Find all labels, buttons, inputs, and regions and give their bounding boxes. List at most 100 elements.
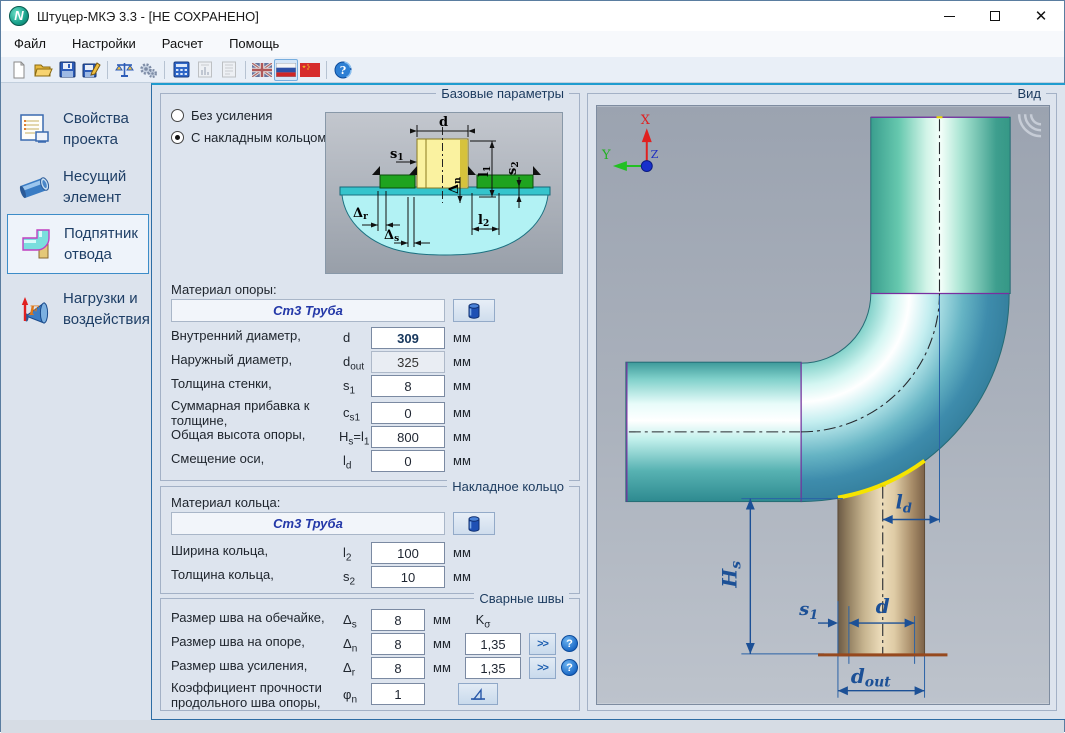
svg-text:Y: Y — [601, 148, 611, 163]
support-weld-more-button[interactable]: >> — [529, 633, 556, 655]
field-label: Суммарная прибавка к толщине, — [171, 398, 343, 428]
ring-width-input[interactable] — [371, 542, 445, 564]
database-cylinder-icon — [467, 303, 481, 319]
close-icon: ✕ — [1035, 9, 1048, 24]
help-icon[interactable]: ? — [331, 59, 355, 81]
thickness-allowance-input[interactable] — [371, 402, 445, 424]
support-weld-k-input[interactable] — [465, 633, 521, 655]
support-weld-size-input[interactable] — [371, 633, 425, 655]
project-properties-icon — [15, 109, 55, 149]
support-material-field[interactable]: Ст3 Труба — [171, 299, 445, 322]
unit-label: мм — [433, 612, 451, 627]
sidebar-item-bearing-element[interactable]: Несущий элемент — [7, 159, 149, 215]
field-label: Общая высота опоры, — [171, 427, 343, 442]
group-basic-parameters: Базовые параметры Без усиления С накладн… — [160, 93, 580, 481]
content-area: Свойства проекта Несущий элемент Подпятн… — [1, 83, 1065, 720]
calculator-icon[interactable] — [169, 59, 193, 81]
sidebar-item-project-properties[interactable]: Свойства проекта — [7, 101, 149, 157]
group-title: Накладное кольцо — [447, 479, 569, 494]
radio-label: С накладным кольцом — [191, 130, 326, 145]
dim-label-d: d — [876, 594, 890, 618]
open-file-icon[interactable] — [31, 59, 55, 81]
ring-material-label: Материал кольца: — [171, 495, 280, 510]
menu-file[interactable]: Файл — [1, 31, 59, 57]
sidebar-item-elbow-support[interactable]: Подпятник отвода — [7, 214, 149, 274]
sidebar-item-label: Нагрузки и воздействия — [63, 288, 150, 330]
field-row-outer-diameter: Наружный диаметр, dout мм — [171, 351, 573, 374]
radio-no-reinforcement[interactable]: Без усиления — [171, 108, 272, 123]
field-row-ring-width: Ширина кольца, l2 мм — [171, 542, 573, 565]
field-row-inner-diameter: Внутренний диаметр, d мм — [171, 327, 573, 350]
reinforcement-weld-size-input[interactable] — [371, 657, 425, 679]
save-as-icon[interactable] — [79, 59, 103, 81]
flag-russian-icon[interactable] — [274, 59, 298, 81]
unit-label: мм — [453, 545, 471, 560]
support-weld-help-icon[interactable]: ? — [561, 635, 578, 652]
toolbar-separator — [164, 61, 165, 79]
field-row-ring-thickness: Толщина кольца, s2 мм — [171, 566, 573, 589]
navigation-sidebar: Свойства проекта Несущий элемент Подпятн… — [1, 83, 151, 720]
radio-with-overlay-ring[interactable]: С накладным кольцом — [171, 130, 326, 145]
menu-settings[interactable]: Настройки — [59, 31, 149, 57]
svg-text:X: X — [641, 113, 651, 128]
field-row-shell-weld: Размер шва на обечайке, Δs мм — [171, 609, 573, 632]
elbow-support-icon — [16, 224, 56, 264]
group-title: Вид — [1012, 86, 1046, 101]
svg-text:F: F — [28, 304, 39, 319]
close-button[interactable]: ✕ — [1018, 1, 1064, 31]
status-strip — [1, 720, 1064, 733]
group-view: Вид — [587, 93, 1057, 711]
flag-chinese-icon[interactable] — [298, 59, 322, 81]
wall-thickness-input[interactable] — [371, 375, 445, 397]
window-title: Штуцер-МКЭ 3.3 - [НЕ СОХРАНЕНО] — [37, 9, 259, 24]
field-row-support-height: Общая высота опоры, Hs=l1 мм — [171, 426, 573, 449]
viewport-3d[interactable]: X Y Z — [596, 105, 1050, 705]
axis-offset-input[interactable] — [371, 450, 445, 472]
shell-weld-size-input[interactable] — [371, 609, 425, 631]
svg-text:Z: Z — [651, 148, 659, 161]
ring-material-field[interactable]: Ст3 Труба — [171, 512, 445, 535]
menu-bar: Файл Настройки Расчет Помощь — [1, 31, 1064, 57]
reinforcement-weld-more-button[interactable]: >> — [529, 657, 556, 679]
toolbar: ? — [1, 57, 1064, 83]
unit-label: мм — [453, 429, 471, 444]
field-row-reinforcement-weld: Размер шва усиления, Δr мм >> ? — [171, 657, 573, 680]
unit-label: мм — [453, 330, 471, 345]
group-title: Сварные швы — [474, 591, 569, 606]
sidebar-item-loads[interactable]: F Нагрузки и воздействия — [7, 281, 149, 337]
reinforcement-weld-help-icon[interactable]: ? — [561, 659, 578, 676]
app-logo-icon: N — [9, 6, 29, 26]
inner-diameter-input[interactable] — [371, 327, 445, 349]
menu-help[interactable]: Помощь — [216, 31, 292, 57]
group-welds: Сварные швы Kσ Размер шва на обечайке, Δ… — [160, 598, 580, 711]
settings-gears-icon[interactable] — [136, 59, 160, 81]
flag-english-icon[interactable] — [250, 59, 274, 81]
field-row-wall-thickness: Толщина стенки, s1 мм — [171, 375, 573, 398]
field-label: Толщина стенки, — [171, 376, 343, 391]
database-cylinder-icon — [467, 516, 481, 532]
support-material-database-button[interactable] — [453, 299, 495, 322]
save-file-icon[interactable] — [55, 59, 79, 81]
main-panel: Базовые параметры Без усиления С накладн… — [151, 83, 1065, 720]
unit-label: мм — [453, 453, 471, 468]
new-document-icon[interactable] — [7, 59, 31, 81]
maximize-button[interactable] — [972, 1, 1018, 31]
ring-thickness-input[interactable] — [371, 566, 445, 588]
support-height-input[interactable] — [371, 426, 445, 448]
weld-symbol-button[interactable] — [458, 683, 498, 705]
reinforcement-weld-k-input[interactable] — [465, 657, 521, 679]
field-label: Внутренний диаметр, — [171, 328, 343, 343]
ring-material-database-button[interactable] — [453, 512, 495, 535]
weld-fillet-icon — [469, 687, 487, 701]
field-label: Размер шва усиления, — [171, 658, 343, 673]
outer-diameter-input — [371, 351, 445, 373]
group-title: Базовые параметры — [436, 86, 569, 101]
unit-label: мм — [453, 569, 471, 584]
app-window: N Штуцер-МКЭ 3.3 - [НЕ СОХРАНЕНО] ✕ Файл… — [0, 0, 1065, 732]
seam-strength-factor-input[interactable] — [371, 683, 425, 705]
minimize-button[interactable] — [926, 1, 972, 31]
field-label: Коэффициент прочности продольного шва оп… — [171, 680, 343, 710]
units-balance-icon[interactable] — [112, 59, 136, 81]
unit-label: мм — [433, 660, 451, 675]
menu-calculation[interactable]: Расчет — [149, 31, 216, 57]
